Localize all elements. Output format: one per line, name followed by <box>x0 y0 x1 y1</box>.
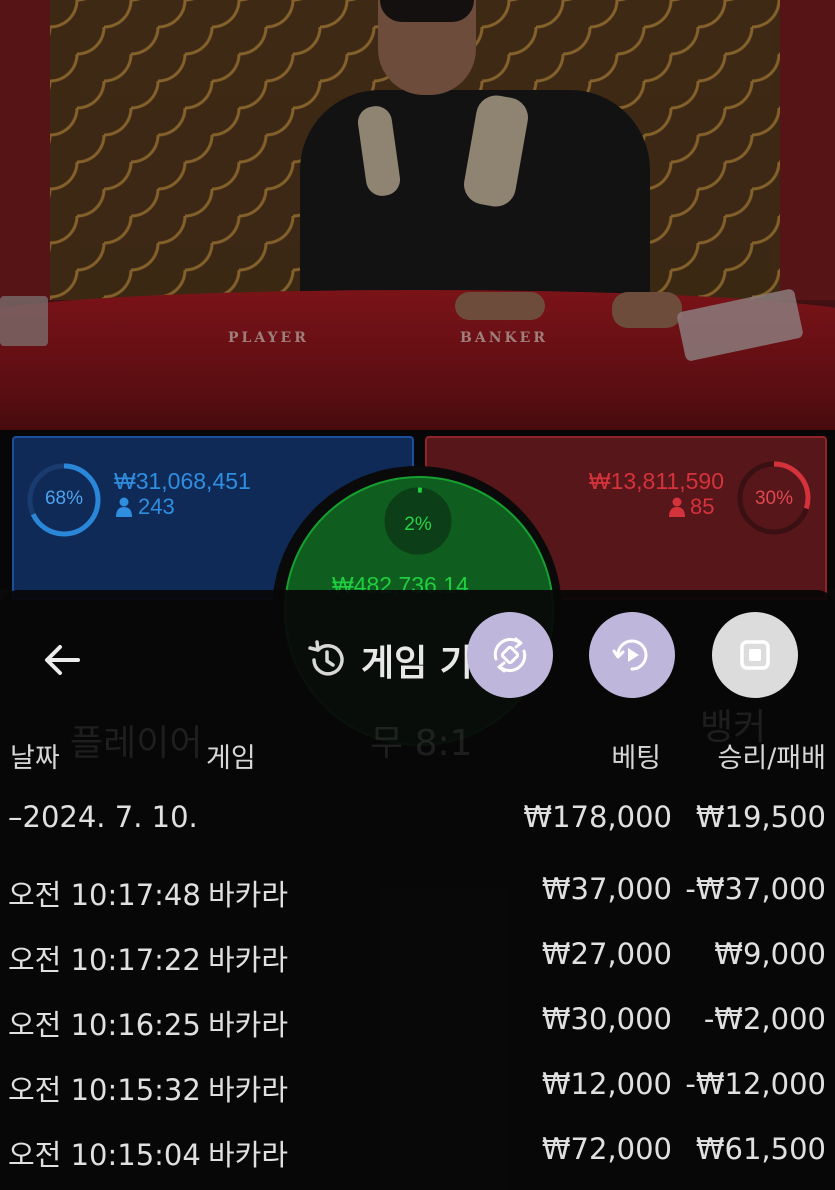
row-result: -₩12,000 <box>685 1067 826 1101</box>
row-time: 오전 10:17:22 <box>8 943 201 977</box>
tie-percent: 2% <box>404 514 432 535</box>
row-bet: ₩37,000 <box>541 872 672 906</box>
board-label-tie: 무 8:1 <box>370 723 473 764</box>
history-row[interactable]: 오전 10:15:32 바카라 ₩12,000 -₩12,000 <box>0 1067 835 1127</box>
row-time: 오전 10:15:04 <box>8 1138 201 1172</box>
user-icon <box>116 497 132 517</box>
stop-icon <box>740 640 770 670</box>
column-header-game: 게임 <box>206 743 256 774</box>
player-bet-amount: ₩31,068,451 <box>114 468 251 494</box>
stop-button[interactable] <box>712 612 798 698</box>
dealer-hand <box>612 292 682 328</box>
summary-bet: ₩178,000 <box>523 800 672 834</box>
row-result: -₩37,000 <box>685 872 826 906</box>
row-bet: ₩12,000 <box>541 1067 672 1101</box>
column-header-date: 날짜 <box>10 743 60 774</box>
summary-row[interactable]: –2024. 7. 10. ₩178,000 ₩19,500 <box>0 800 835 860</box>
banker-bet-amount: ₩13,811,590 <box>588 468 724 494</box>
dealer-hand <box>455 292 545 320</box>
history-row[interactable]: 오전 10:15:04 바카라 ₩72,000 ₩61,500 <box>0 1132 835 1190</box>
user-icon <box>669 497 685 517</box>
arrow-left-icon <box>45 645 80 675</box>
bet-statistics: 68% ₩31,068,451 243 2% ₩482,736.14 ₩13,8… <box>0 430 835 756</box>
history-row[interactable]: 오전 10:17:48 바카라 ₩37,000 -₩37,000 <box>0 872 835 932</box>
row-time: 오전 10:15:32 <box>8 1073 201 1107</box>
history-row[interactable]: 오전 10:16:25 바카라 ₩30,000 -₩2,000 <box>0 1002 835 1062</box>
row-game: 바카라 <box>208 943 289 977</box>
row-time: 오전 10:17:48 <box>8 878 201 912</box>
rotate-sync-icon <box>493 637 527 673</box>
row-game: 바카라 <box>208 878 289 912</box>
summary-date: –2024. 7. 10. <box>8 800 198 834</box>
replay-icon <box>612 639 648 671</box>
history-row[interactable]: 오전 10:17:22 바카라 ₩27,000 ₩9,000 <box>0 937 835 997</box>
history-icon <box>308 640 344 676</box>
sheet-title: 게임 기 <box>305 634 473 686</box>
row-result: -₩2,000 <box>703 1002 826 1036</box>
summary-result: ₩19,500 <box>695 800 826 834</box>
row-bet: ₩27,000 <box>541 937 672 971</box>
live-video: PLAYER BANKER <box>0 0 835 430</box>
game-history-sheet: 플레이어 무 8:1 뱅커 게임 기 날짜 게임 베팅 승리/패배 –2024.… <box>0 590 835 1190</box>
table-label-player: PLAYER <box>228 330 309 346</box>
row-game: 바카라 <box>208 1008 289 1042</box>
row-result: ₩61,500 <box>695 1132 826 1166</box>
banker-percent: 30% <box>754 488 794 509</box>
replay-button[interactable] <box>589 612 675 698</box>
row-result: ₩9,000 <box>714 937 826 971</box>
row-time: 오전 10:16:25 <box>8 1008 201 1042</box>
board-label-player: 플레이어 <box>70 723 203 764</box>
dealer-hair <box>380 0 474 22</box>
table-label-banker: BANKER <box>460 330 548 346</box>
column-header-result: 승리/패배 <box>717 743 826 774</box>
row-bet: ₩30,000 <box>541 1002 672 1036</box>
back-button[interactable] <box>40 638 84 682</box>
banker-bettor-count: 85 <box>690 494 715 519</box>
player-bettor-count: 243 <box>138 494 175 519</box>
row-game: 바카라 <box>208 1138 289 1172</box>
card-tray <box>0 296 48 346</box>
sheet-title-text: 게임 기 <box>361 643 473 684</box>
row-bet: ₩72,000 <box>541 1132 672 1166</box>
row-game: 바카라 <box>208 1073 289 1107</box>
player-percent: 68% <box>44 488 84 509</box>
rotate-camera-button[interactable] <box>467 612 553 698</box>
column-header-bet: 베팅 <box>611 743 661 774</box>
